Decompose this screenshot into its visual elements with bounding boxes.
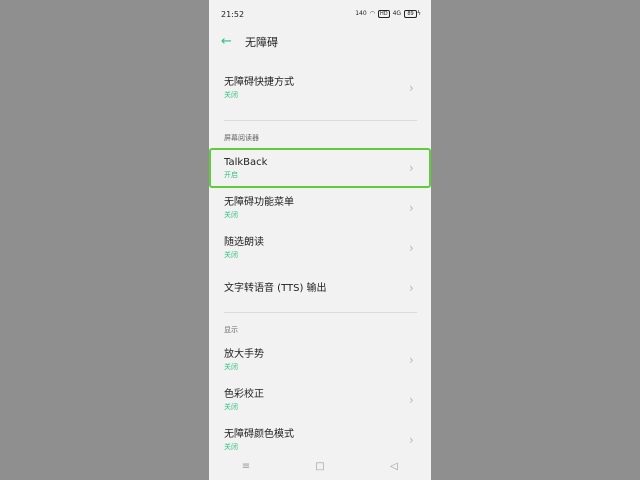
accessibility-menu-item[interactable]: 无障碍功能菜单 关闭 › <box>209 188 431 228</box>
tts-output-item[interactable]: 文字转语音 (TTS) 输出 › <box>209 268 431 308</box>
item-status: 关闭 <box>224 251 238 259</box>
item-label: 无障碍快捷方式 <box>224 77 294 88</box>
phone-screen: 21:52 140 ◠ HD 4G 89 ϟ ← 无障碍 无障碍快捷方式 关闭 … <box>209 0 431 480</box>
back-arrow-icon[interactable]: ← <box>221 35 235 49</box>
net-speed-indicator: 140 <box>355 10 367 17</box>
status-bar: 21:52 140 ◠ HD 4G 89 ϟ <box>209 0 431 28</box>
hd-icon: HD <box>377 10 390 18</box>
chevron-right-icon: › <box>409 241 414 255</box>
accessibility-shortcut-item[interactable]: 无障碍快捷方式 关闭 › <box>209 68 431 108</box>
chevron-right-icon: › <box>409 201 414 215</box>
item-status: 关闭 <box>224 91 238 99</box>
item-status: 关闭 <box>224 403 238 411</box>
item-status: 关闭 <box>224 363 238 371</box>
item-label: 随选朗读 <box>224 237 264 248</box>
chevron-right-icon: › <box>409 353 414 367</box>
chevron-right-icon: › <box>409 281 414 295</box>
item-label: 文字转语音 (TTS) 输出 <box>224 282 327 294</box>
status-icons: 140 ◠ HD 4G 89 ϟ <box>355 10 421 18</box>
page-title: 无障碍 <box>245 36 278 49</box>
title-bar: ← 无障碍 <box>209 28 431 56</box>
home-icon[interactable]: □ <box>309 461 331 472</box>
signal-icon: 4G <box>392 10 402 17</box>
battery-icon: 89 ϟ <box>404 10 421 18</box>
section-header-screen-reader: 屏幕阅读器 <box>224 134 259 142</box>
chevron-right-icon: › <box>409 161 414 175</box>
status-time: 21:52 <box>221 9 245 19</box>
charging-icon: ϟ <box>417 10 421 17</box>
magnification-gesture-item[interactable]: 放大手势 关闭 › <box>209 340 431 380</box>
item-label: 色彩校正 <box>224 389 264 400</box>
back-icon[interactable]: ◁ <box>383 461 405 472</box>
item-status: 关闭 <box>224 211 238 219</box>
select-to-speak-item[interactable]: 随选朗读 关闭 › <box>209 228 431 268</box>
item-label: TalkBack <box>224 157 268 168</box>
item-label: 无障碍颜色模式 <box>224 429 294 440</box>
item-status: 关闭 <box>224 443 238 451</box>
battery-level: 89 <box>404 10 418 18</box>
item-status: 开启 <box>224 171 238 179</box>
chevron-right-icon: › <box>409 81 414 95</box>
item-label: 放大手势 <box>224 349 264 360</box>
chevron-right-icon: › <box>409 393 414 407</box>
item-label: 无障碍功能菜单 <box>224 197 294 208</box>
chevron-right-icon: › <box>409 433 414 447</box>
talkback-item[interactable]: TalkBack 开启 › <box>209 148 431 188</box>
section-header-display: 显示 <box>224 326 238 334</box>
menu-icon[interactable]: ≡ <box>235 461 257 472</box>
settings-list: 无障碍快捷方式 关闭 › 屏幕阅读器 TalkBack 开启 › 无障碍功能菜单… <box>209 68 431 460</box>
navigation-bar: ≡ □ ◁ <box>209 452 431 480</box>
color-correction-item[interactable]: 色彩校正 关闭 › <box>209 380 431 420</box>
wifi-icon: ◠ <box>369 10 375 17</box>
